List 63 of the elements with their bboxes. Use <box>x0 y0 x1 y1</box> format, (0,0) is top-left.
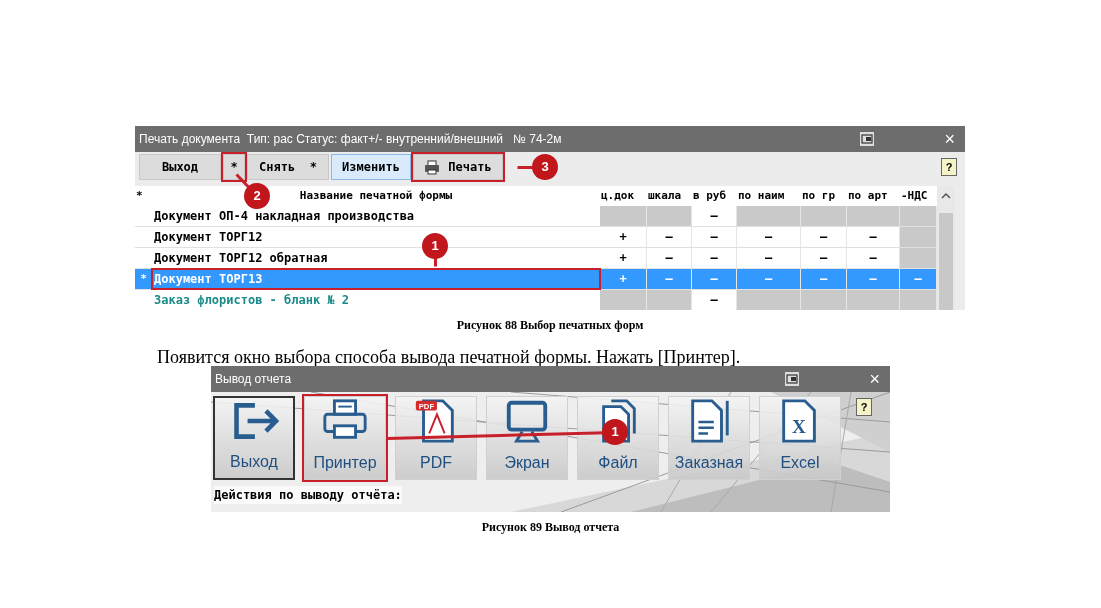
window-title: Вывод отчета <box>215 371 292 388</box>
table-cell-text: – <box>764 250 773 267</box>
table-cell-text: Документ ТОРГ13 <box>154 271 263 288</box>
table-cell-text: Заказ флористов - бланк № 2 <box>154 292 350 309</box>
table-cell-text: – <box>710 229 718 246</box>
output-button[interactable]: X Excel <box>759 396 841 480</box>
table-cell-text: + <box>619 229 627 246</box>
toolbar-button[interactable]: * <box>223 154 245 180</box>
table-cell-text: – <box>819 229 828 246</box>
column-header: по арт <box>848 187 888 204</box>
help-button[interactable]: ? <box>856 398 872 416</box>
table-cell-text: – <box>710 271 718 288</box>
column-header: по наим <box>738 187 785 204</box>
table-cell-text: – <box>914 271 922 288</box>
table-cell-text: – <box>764 271 773 288</box>
close-button[interactable]: × <box>944 130 955 148</box>
column-header: Название печатной формы <box>299 187 453 204</box>
table-cell-text: – <box>665 250 673 267</box>
table-cell-text: Документ ОП-4 накладная производства <box>154 208 415 225</box>
figure-caption: Рисунок 89 Вывод отчета <box>480 519 621 536</box>
row-marker: * <box>140 270 147 287</box>
table-cell-text: – <box>819 250 828 267</box>
table-cell-text: – <box>665 229 673 246</box>
output-button[interactable]: PDF PDF <box>395 396 477 480</box>
callout-badge: 3 <box>532 154 558 180</box>
table-cell-text: + <box>619 250 627 267</box>
column-header: -НДС <box>901 187 928 204</box>
table-cell-text: – <box>869 250 877 267</box>
table-cell-text: Документ ТОРГ12 обратная <box>154 250 328 267</box>
toolbar-button[interactable]: Выход <box>139 154 221 180</box>
table-cell-text: – <box>710 250 718 267</box>
toolbar-button[interactable]: Печать <box>413 154 503 180</box>
table-cell-text: – <box>869 271 877 288</box>
toolbar-button[interactable]: Снять * <box>247 154 329 180</box>
column-header: шкала <box>648 187 682 204</box>
printer-icon <box>424 159 441 175</box>
table-cell-text: – <box>710 208 718 225</box>
table-cell-text: – <box>665 271 673 288</box>
column-header: ц.док <box>601 187 635 204</box>
table-cell-text: + <box>619 271 627 288</box>
help-button[interactable]: ? <box>941 158 957 176</box>
column-header: по гр <box>802 187 836 204</box>
column-header: в руб <box>693 187 727 204</box>
window-icon <box>861 133 874 145</box>
close-button[interactable]: × <box>869 370 880 388</box>
window-icon <box>786 373 799 385</box>
scroll-up-icon <box>940 191 952 201</box>
table-cell-text: – <box>764 229 773 246</box>
status-text: Действия по выводу отчёта: <box>214 486 402 504</box>
output-button[interactable]: Экран <box>486 396 568 480</box>
table-cell-text: – <box>869 229 877 246</box>
output-button[interactable]: Выход <box>213 396 295 480</box>
table-cell-text: – <box>710 292 718 309</box>
body-paragraph: Появится окно выбора способа вывода печатной формы. Нажать [Принтер]. <box>157 346 742 368</box>
figure-caption: Рисунок 88 Выбор печатных форм <box>455 317 645 334</box>
toolbar-button[interactable]: Изменить <box>331 154 411 180</box>
output-button[interactable]: Заказная <box>668 396 750 480</box>
table-cell-text: Документ ТОРГ12 <box>154 229 263 246</box>
column-header: * <box>136 187 143 204</box>
scrollbar[interactable] <box>937 186 955 310</box>
window-title: Печать документа Тип: рас Статус: факт+/- внутренний/внешний № 74-2м <box>139 131 562 148</box>
table-cell-text: – <box>819 271 828 288</box>
output-button[interactable]: Принтер <box>304 396 386 480</box>
